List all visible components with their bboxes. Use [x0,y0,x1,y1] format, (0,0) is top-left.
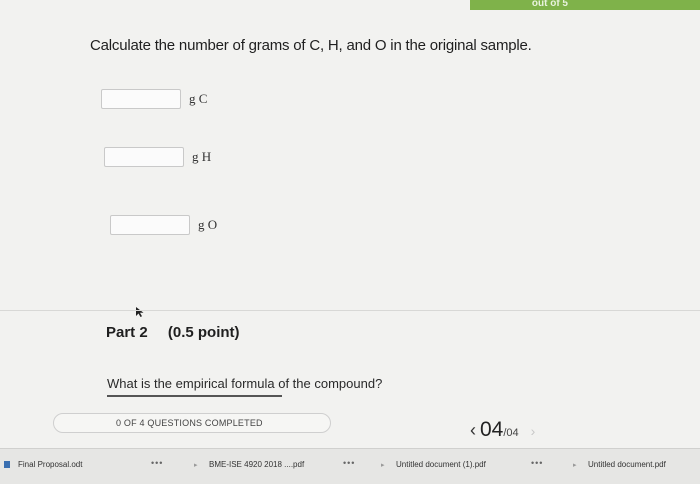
part-2-heading: Part 2 (0.5 point) [106,324,240,341]
progress-label: 0 OF 4 QUESTIONS COMPLETED [116,418,263,428]
pdf-icon: ▸ [573,461,577,469]
current-question-number: 04 [480,418,504,441]
download-more-icon[interactable]: ••• [531,458,543,468]
download-name: Untitled document.pdf [588,460,666,469]
download-item-bme-ise[interactable]: ▸ BME-ISE 4920 2018 ....pdf [194,460,304,469]
part-2-points: (0.5 point) [167,324,240,341]
download-item-untitled-1[interactable]: ▸ Untitled document (1).pdf [381,460,486,469]
answer-row-hydrogen: g H [104,147,211,167]
next-question-button[interactable]: › [531,423,536,439]
mouse-cursor-icon [136,307,144,317]
part-2-title: Part 2 [106,324,148,341]
question-underline [107,395,282,397]
score-badge: out of 5 [531,0,568,9]
unit-label-hydrogen: g H [192,149,212,164]
download-more-icon[interactable]: ••• [343,458,355,468]
previous-question-button[interactable]: ‹ [470,420,476,441]
answer-row-oxygen: g O [110,215,217,235]
download-item-untitled[interactable]: ▸ Untitled document.pdf [573,460,666,469]
download-name: BME-ISE 4920 2018 ....pdf [209,460,305,469]
pdf-icon: ▸ [381,461,385,469]
answer-row-carbon: g C [101,89,207,109]
top-score-strip [470,0,700,10]
total-question-count: /04 [503,427,519,439]
unit-label-carbon: g C [189,91,208,106]
pdf-icon: ▸ [194,461,198,469]
grams-oxygen-input[interactable] [110,215,190,235]
download-name: Final Proposal.odt [18,460,83,469]
question-text: Calculate the number of grams of C, H, a… [90,37,532,54]
section-divider [0,310,700,311]
download-name: Untitled document (1).pdf [396,460,486,469]
grams-hydrogen-input[interactable] [104,147,184,167]
download-item-final-proposal[interactable]: Final Proposal.odt [4,460,82,469]
question-pager: ‹ 04 /04 › [470,418,535,442]
download-more-icon[interactable]: ••• [151,458,163,468]
part-2-question-text: What is the empirical formula of the com… [107,376,383,391]
document-icon [4,461,10,468]
unit-label-oxygen: g O [198,217,218,232]
grams-carbon-input[interactable] [101,89,181,109]
